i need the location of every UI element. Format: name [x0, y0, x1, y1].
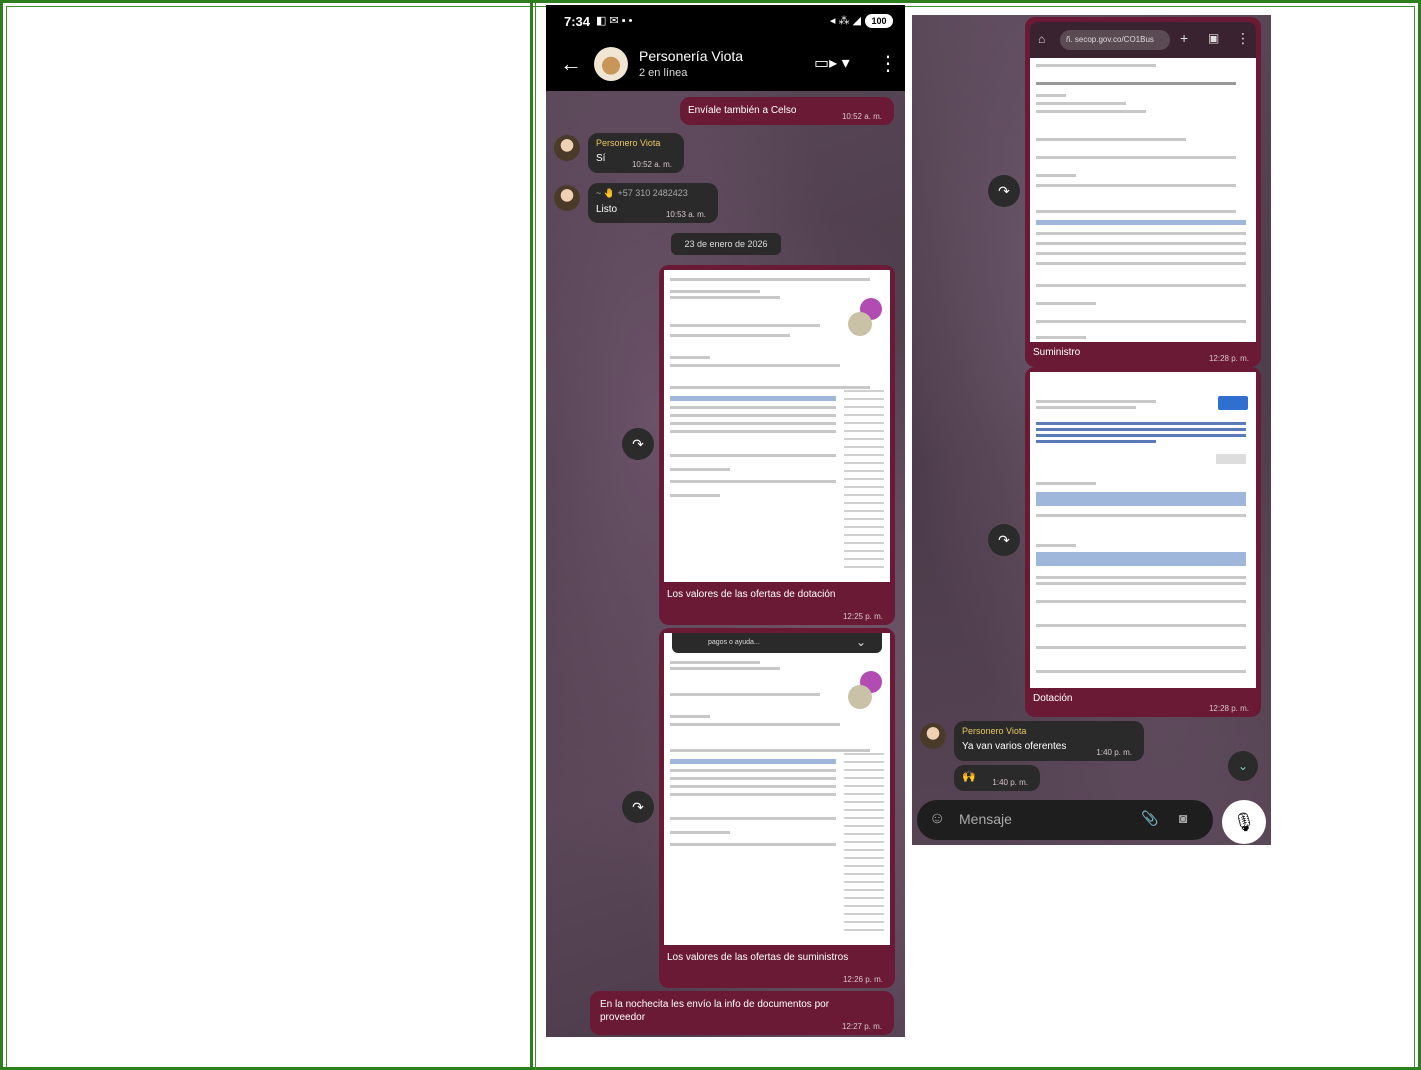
sender-name: Personero Viota: [962, 726, 1027, 736]
browser-menu-icon[interactable]: ⋮: [1236, 30, 1250, 47]
back-arrow-icon[interactable]: ←: [560, 51, 582, 77]
overlay-text: pagos o ayuda...: [708, 639, 760, 646]
sender-avatar[interactable]: [920, 723, 946, 749]
image-caption: Los valores de las ofertas de dotación: [667, 589, 836, 600]
image-message[interactable]: ⌂ ñ. secop.gov.co/CO1Bus + ▣ ⋮ Suministr…: [1025, 17, 1261, 367]
url-bar[interactable]: ñ. secop.gov.co/CO1Bus: [1060, 30, 1170, 50]
camera-icon[interactable]: ◙: [1179, 810, 1187, 826]
message-time: 12:28 p. m.: [1208, 354, 1249, 363]
chat-screenshot-1: 7:34 ◧ ✉ ▪ • ◂ ⁂ ◢ 100 ← Personería Viot…: [546, 5, 905, 1037]
message-bubble[interactable]: Personero Viota Sí 10:52 a. m.: [588, 133, 684, 173]
video-call-icon[interactable]: ▭▸ ▾: [814, 53, 850, 73]
tabs-icon[interactable]: ▣: [1208, 31, 1219, 45]
message-time: 1:40 p. m.: [992, 778, 1028, 787]
message-time: 12:28 p. m.: [1208, 704, 1249, 713]
emoji-icon[interactable]: ☺: [929, 810, 945, 828]
message-bubble[interactable]: En la nochecita les envío la info de doc…: [590, 991, 894, 1035]
signal-icons: ◂ ⁂ ◢: [829, 15, 861, 27]
document-screenshot[interactable]: [1030, 58, 1256, 342]
message-bubble[interactable]: ~ 🤚 +57 310 2482423 Listo 10:53 a. m.: [588, 183, 718, 223]
attach-icon[interactable]: 📎: [1141, 810, 1158, 827]
image-caption: Dotación: [1033, 693, 1073, 704]
raised-hands-icon: 🙌: [962, 771, 976, 783]
message-time: 10:52 a. m.: [841, 112, 882, 121]
chat-screenshot-2: ↷ ⌂ ñ. secop.gov.co/CO1Bus + ▣ ⋮ Suminis…: [912, 15, 1271, 845]
forward-icon[interactable]: ↷: [622, 791, 654, 823]
input-placeholder: Mensaje: [959, 811, 1012, 827]
mic-icon[interactable]: 🎙: [1222, 800, 1266, 844]
image-message[interactable]: Los valores de las ofertas de dotación 1…: [659, 265, 895, 625]
message-time: 10:52 a. m.: [631, 160, 672, 169]
sender-name: Personero Viota: [596, 138, 661, 148]
reaction-bubble[interactable]: 🙌 1:40 p. m.: [954, 765, 1040, 791]
new-tab-icon[interactable]: +: [1180, 30, 1188, 46]
battery-icon: 100: [865, 14, 893, 28]
message-time: 1:40 p. m.: [1096, 748, 1132, 757]
message-text: Sí: [596, 153, 606, 164]
message-time: 12:27 p. m.: [841, 1022, 882, 1031]
image-message[interactable]: Dotación 12:28 p. m.: [1025, 367, 1261, 717]
browser-toolbar: ⌂ ñ. secop.gov.co/CO1Bus + ▣ ⋮: [1030, 22, 1256, 58]
column-divider: [530, 3, 533, 1070]
forward-icon[interactable]: ↷: [622, 428, 654, 460]
chat-title[interactable]: Personería Viota: [639, 48, 743, 64]
forward-icon[interactable]: ↷: [988, 524, 1020, 556]
message-time: 10:53 a. m.: [665, 210, 706, 219]
chat-subtitle: 2 en línea: [639, 67, 688, 79]
message-bubble[interactable]: Envíale también a Celso 10:52 a. m.: [680, 97, 894, 125]
sender-avatar[interactable]: [554, 135, 580, 161]
chat-header: ← Personería Viota 2 en línea ▭▸ ▾ ⋮: [546, 39, 905, 91]
group-avatar[interactable]: [594, 47, 628, 81]
message-text: Listo: [596, 204, 618, 215]
message-text: Envíale también a Celso: [688, 105, 797, 116]
document-screenshot[interactable]: [664, 270, 890, 582]
image-message[interactable]: pagos o ayuda... ⌄ Los valores de las of…: [659, 628, 895, 988]
image-caption: Suministro: [1033, 347, 1081, 358]
home-icon[interactable]: ⌂: [1038, 32, 1045, 46]
document-screenshot[interactable]: pagos o ayuda... ⌄: [664, 633, 890, 945]
message-bubble[interactable]: Personero Viota Ya van varios oferentes …: [954, 721, 1144, 761]
document-screenshot[interactable]: [1030, 372, 1256, 688]
message-text: Ya van varios oferentes: [962, 741, 1067, 752]
sender-phone: ~ 🤚 +57 310 2482423: [596, 188, 688, 198]
chevron-down-icon[interactable]: ⌄: [856, 635, 866, 649]
sender-avatar[interactable]: [554, 185, 580, 211]
date-separator: 23 de enero de 2026: [671, 233, 781, 255]
message-time: 12:25 p. m.: [842, 612, 883, 621]
message-time: 12:26 p. m.: [842, 975, 883, 984]
status-bar: 7:34 ◧ ✉ ▪ • ◂ ⁂ ◢ 100: [546, 5, 905, 39]
status-time: 7:34: [564, 14, 591, 29]
more-options-icon[interactable]: ⋮: [878, 51, 898, 76]
scroll-down-icon[interactable]: ⌄: [1228, 751, 1258, 781]
image-caption: Los valores de las ofertas de suministro…: [667, 952, 849, 963]
forward-icon[interactable]: ↷: [988, 175, 1020, 207]
message-input[interactable]: ☺ Mensaje 📎 ◙: [917, 800, 1213, 840]
message-text: En la nochecita les envío la info de doc…: [600, 999, 830, 1023]
status-icons: ◧ ✉ ▪ •: [596, 15, 633, 27]
